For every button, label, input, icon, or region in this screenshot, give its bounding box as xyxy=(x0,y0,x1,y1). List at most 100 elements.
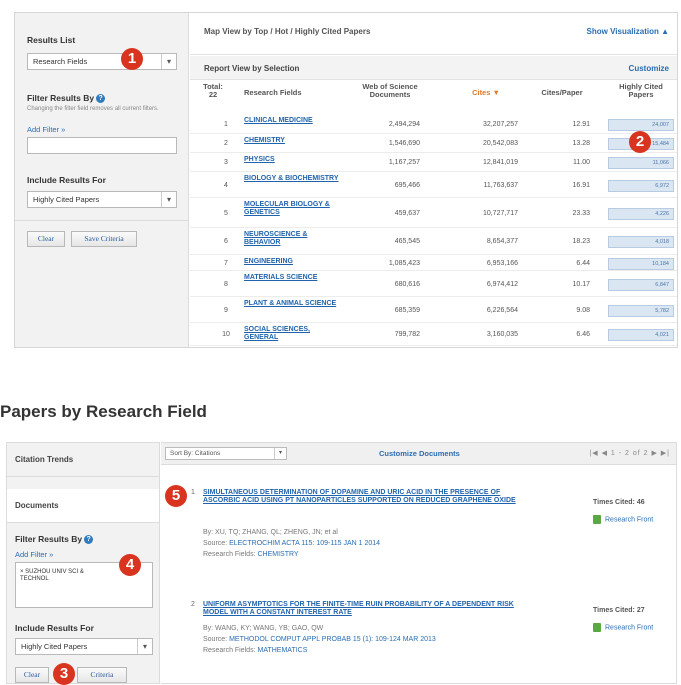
report-view-bar: Report View by Selection Customize xyxy=(190,56,677,80)
filter-results-text: Filter Results By xyxy=(27,93,95,103)
rank-cell: 6 xyxy=(224,238,228,245)
research-field-link[interactable]: CHEMISTRY xyxy=(244,137,344,145)
document-title-link[interactable]: SIMULTANEOUS DETERMINATION OF DOPAMINE A… xyxy=(203,489,523,505)
chevron-down-icon: ▾ xyxy=(137,639,152,654)
research-field-link[interactable]: ENGINEERING xyxy=(244,258,344,266)
document-authors: By: XU, TQ; ZHANG, QL; ZHENG, JN; et al xyxy=(203,529,338,536)
times-cited: Times Cited: 46 xyxy=(593,499,645,506)
tab-citation-trends[interactable]: Citation Trends xyxy=(7,443,159,477)
add-filter-link[interactable]: Add Filter » xyxy=(27,125,65,134)
cites-per-paper-cell: 23.33 xyxy=(572,210,590,217)
save-criteria-button[interactable]: Criteria xyxy=(77,667,127,683)
results-list-value: Research Fields xyxy=(33,57,88,66)
research-field-link[interactable]: CLINICAL MEDICINE xyxy=(244,117,344,125)
rank-cell: 8 xyxy=(224,281,228,288)
table-row: 4 BIOLOGY & BIOCHEMISTRY 695,466 11,763,637… xyxy=(190,173,677,198)
cites-cell: 12,841,019 xyxy=(482,159,518,166)
sort-by-select[interactable]: Sort By: Citations ▾ xyxy=(165,447,287,460)
include-results-select[interactable]: Highly Cited Papers ▾ xyxy=(27,191,177,208)
divider xyxy=(15,220,189,221)
document-field: Research Fields: MATHEMATICS xyxy=(203,647,307,654)
research-field-link[interactable]: MATERIALS SCIENCE xyxy=(244,274,344,282)
highly-cited-link[interactable]: 6,847 xyxy=(608,279,674,291)
research-field-link[interactable]: PHYSICS xyxy=(244,156,344,164)
add-filter-link[interactable]: Add Filter » xyxy=(15,550,53,559)
customize-link[interactable]: Customize xyxy=(629,64,669,73)
highly-cited-link[interactable]: 4,018 xyxy=(608,236,674,248)
highly-cited-link[interactable]: 10,184 xyxy=(608,258,674,270)
results-list-select[interactable]: Research Fields ▾ xyxy=(27,53,177,70)
wos-documents-cell: 459,637 xyxy=(394,210,420,217)
col-research-fields[interactable]: Research Fields xyxy=(244,89,324,97)
highly-cited-link[interactable]: 6,972 xyxy=(608,180,674,192)
tab-documents[interactable]: Documents xyxy=(7,489,159,523)
research-field-link[interactable]: SOCIAL SCIENCES, GENERAL xyxy=(244,326,344,341)
step-badge-5: 5 xyxy=(165,485,187,507)
source-value: METHODOL COMPUT APPL PROBAB 15 (1): 109-… xyxy=(229,636,436,643)
highly-cited-link[interactable]: 4,226 xyxy=(608,208,674,220)
cites-per-paper-cell: 12.91 xyxy=(572,121,590,128)
field-label: Research Fields: xyxy=(203,647,256,654)
sort-by-value: Sort By: Citations xyxy=(170,450,221,457)
cites-per-paper-cell: 11.00 xyxy=(573,159,590,166)
highly-cited-link[interactable]: 24,007 xyxy=(608,119,674,131)
cites-cell: 32,207,257 xyxy=(482,121,518,128)
chevron-down-icon: ▾ xyxy=(161,192,176,207)
table-row: 7 ENGINEERING 1,085,423 6,953,166 6.44 10,184 xyxy=(190,256,677,271)
document-source: Source: METHODOL COMPUT APPL PROBAB 15 (… xyxy=(203,636,436,643)
filter-input[interactable] xyxy=(27,137,177,154)
include-results-select[interactable]: Highly Cited Papers ▾ xyxy=(15,638,153,655)
report-main: Map View by Top / Hot / Highly Cited Pap… xyxy=(190,13,677,348)
cites-per-paper-cell: 18.23 xyxy=(572,238,590,245)
research-front-link[interactable]: Research Front xyxy=(593,515,653,524)
wos-documents-cell: 695,466 xyxy=(394,182,420,189)
table-row: 6 NEUROSCIENCE & BEHAVIOR 465,545 8,654,377… xyxy=(190,229,677,255)
rank-cell: 4 xyxy=(224,182,228,189)
table-row: ENVIRONMENT/ECOLOGY xyxy=(190,347,677,348)
clear-button[interactable]: Clear xyxy=(15,667,49,683)
pagination[interactable]: |◀ ◀ 1 - 2 of 2 ▶ ▶| xyxy=(589,449,670,457)
cites-per-paper-cell: 13.28 xyxy=(572,140,590,147)
page-title: Papers by Research Field xyxy=(0,402,207,421)
col-cites-per-paper[interactable]: Cites/Paper xyxy=(532,89,592,97)
research-field-link[interactable]: PLANT & ANIMAL SCIENCE xyxy=(244,300,344,308)
show-visualization-link[interactable]: Show Visualization ▲ xyxy=(587,27,669,36)
step-badge-3: 3 xyxy=(53,663,75,685)
highly-cited-link[interactable]: 11,066 xyxy=(608,157,674,169)
table-row: 1 CLINICAL MEDICINE 2,494,294 32,207,257 12.… xyxy=(190,115,677,134)
help-icon[interactable]: ? xyxy=(84,535,94,545)
source-label: Source: xyxy=(203,636,228,643)
document-source: Source: ELECTROCHIM ACTA 115: 109-115 JA… xyxy=(203,540,380,547)
wos-documents-cell: 1,167,257 xyxy=(388,159,420,166)
filter-chip[interactable]: × SUZHOU UNIV SCI & TECHNOL xyxy=(20,569,84,583)
chevron-down-icon: ▾ xyxy=(274,448,286,459)
source-label: Source: xyxy=(203,540,228,547)
cites-per-paper-cell: 10.17 xyxy=(572,281,590,288)
total-header: Total: 22 xyxy=(198,83,228,99)
document-title-link[interactable]: UNIFORM ASYMPTOTICS FOR THE FINITE-TIME … xyxy=(203,601,523,617)
highly-cited-link[interactable]: 4,021 xyxy=(608,329,674,341)
rank-cell: 2 xyxy=(224,140,228,147)
col-wos-documents[interactable]: Web of Science Documents xyxy=(350,83,430,99)
help-icon[interactable]: ? xyxy=(96,94,106,104)
field-value[interactable]: MATHEMATICS xyxy=(257,647,307,654)
cites-cell: 3,160,035 xyxy=(486,331,518,338)
source-value: ELECTROCHIM ACTA 115: 109-115 JAN 1 2014 xyxy=(229,540,381,547)
wos-documents-cell: 1,546,690 xyxy=(388,140,420,147)
save-criteria-button[interactable]: Save Criteria xyxy=(71,231,137,247)
wos-documents-cell: 680,616 xyxy=(394,281,420,288)
col-highly-cited[interactable]: Highly Cited Papers xyxy=(608,83,674,99)
total-count: 22 xyxy=(208,90,218,99)
clear-button[interactable]: Clear xyxy=(27,231,65,247)
customize-documents-link[interactable]: Customize Documents xyxy=(379,449,460,458)
times-cited: Times Cited: 27 xyxy=(593,607,645,614)
research-field-link[interactable]: BIOLOGY & BIOCHEMISTRY xyxy=(244,175,344,183)
highly-cited-link[interactable]: 5,782 xyxy=(608,305,674,317)
table-row: 3 PHYSICS 1,167,257 12,841,019 11.00 11,066 xyxy=(190,154,677,172)
research-field-link[interactable]: NEUROSCIENCE & BEHAVIOR xyxy=(244,231,344,246)
col-cites[interactable]: Cites ▼ xyxy=(456,89,516,97)
field-value[interactable]: CHEMISTRY xyxy=(257,551,298,558)
rank-cell: 5 xyxy=(224,210,228,217)
research-field-link[interactable]: MOLECULAR BIOLOGY & GENETICS xyxy=(244,201,344,216)
research-front-link[interactable]: Research Front xyxy=(593,623,653,632)
